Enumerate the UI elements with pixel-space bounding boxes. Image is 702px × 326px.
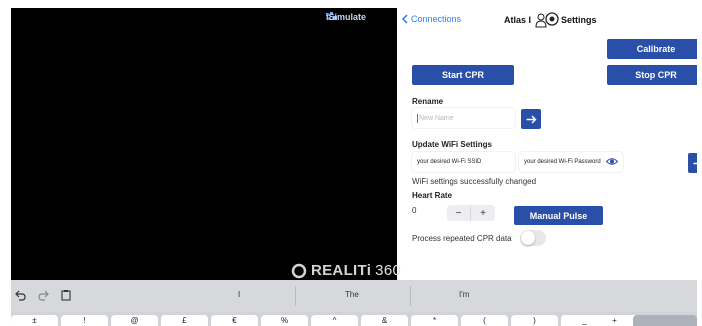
key[interactable]: +: [591, 315, 638, 326]
rename-heading: Rename: [412, 97, 444, 106]
suggestion-divider: [410, 286, 411, 306]
isimulate-brand: iSimulate: [326, 12, 367, 22]
nav-bar: Connections Atlas I Settings: [397, 8, 697, 30]
wifi-ssid-input[interactable]: your desired Wi-Fi SSID: [412, 152, 515, 172]
page-title: Atlas I Settings: [504, 11, 597, 29]
settings-panel: Connections Atlas I Settings Calibrate S…: [397, 8, 697, 280]
key[interactable]: (: [461, 315, 508, 326]
suggestion-3[interactable]: I'm: [459, 290, 469, 299]
key[interactable]: *: [411, 315, 458, 326]
toggle-knob: [521, 231, 535, 245]
wifi-password-value: your desired Wi-Fi Password: [524, 159, 601, 165]
undo-icon[interactable]: [14, 289, 26, 301]
heart-rate-value: 0: [412, 206, 417, 215]
video-feed: iSimulate: [11, 8, 397, 280]
rename-placeholder: New Name: [419, 114, 454, 122]
heart-rate-heading: Heart Rate: [412, 191, 453, 200]
isimulate-logo: iSimulate: [326, 12, 366, 22]
key[interactable]: @: [111, 315, 158, 326]
back-label: Connections: [411, 14, 462, 24]
key[interactable]: £: [161, 315, 208, 326]
chevron-left-icon: [401, 14, 408, 24]
manual-pulse-button[interactable]: Manual Pulse: [514, 206, 603, 225]
wifi-status-text: WiFi settings successfully changed: [412, 177, 537, 186]
arrow-right-icon: [693, 162, 697, 164]
key[interactable]: &: [361, 315, 408, 326]
suggestion-divider: [295, 286, 296, 306]
title-prefix: Atlas I: [504, 15, 532, 25]
keyboard-shortcut-bar: I The I'm: [11, 280, 697, 312]
process-cpr-toggle[interactable]: [520, 230, 546, 246]
back-button[interactable]: Connections: [401, 14, 461, 24]
key[interactable]: !: [61, 315, 108, 326]
watermark-suffix: 360: [375, 262, 402, 279]
key[interactable]: %: [261, 315, 308, 326]
show-password-eye-icon[interactable]: [606, 157, 618, 166]
wifi-submit-button[interactable]: [688, 153, 697, 173]
key[interactable]: ^: [311, 315, 358, 326]
key[interactable]: ): [511, 315, 558, 326]
text-caret: [417, 113, 418, 123]
suggestion-2[interactable]: The: [345, 290, 359, 299]
heart-rate-stepper[interactable]: − +: [447, 205, 495, 221]
wifi-ssid-value: your desired Wi-Fi SSID: [417, 159, 482, 165]
redo-icon[interactable]: [38, 289, 50, 301]
title-suffix: Settings: [561, 15, 597, 25]
watermark-brand: REALITi: [311, 262, 372, 279]
increment-button[interactable]: +: [471, 205, 495, 221]
paste-icon[interactable]: [60, 289, 72, 301]
arrow-right-icon: [526, 115, 536, 123]
key[interactable]: ±: [11, 315, 58, 326]
start-cpr-button[interactable]: Start CPR: [412, 65, 514, 85]
app-frame: iSimulate Connections Atlas I Settings C…: [11, 8, 697, 326]
wifi-password-input[interactable]: your desired Wi-Fi Password: [519, 152, 623, 172]
suggestion-1[interactable]: I: [238, 290, 240, 299]
realiti-ring-icon: [291, 263, 307, 278]
key[interactable]: €: [211, 315, 258, 326]
stop-cpr-button[interactable]: Stop CPR: [607, 65, 697, 85]
manikin-eye-icon: [535, 12, 559, 28]
keyboard: ± ! @ £ € % ^ & * ( ) _ +: [11, 312, 697, 326]
realiti-watermark: REALITi 360: [291, 262, 401, 279]
process-cpr-label: Process repeated CPR data: [412, 234, 512, 243]
wifi-heading: Update WiFi Settings: [412, 140, 492, 149]
decrement-button[interactable]: −: [447, 205, 471, 221]
rename-input[interactable]: New Name: [412, 108, 515, 128]
calibrate-button[interactable]: Calibrate: [607, 39, 697, 59]
backspace-key[interactable]: [633, 315, 697, 326]
rename-submit-button[interactable]: [521, 109, 541, 129]
